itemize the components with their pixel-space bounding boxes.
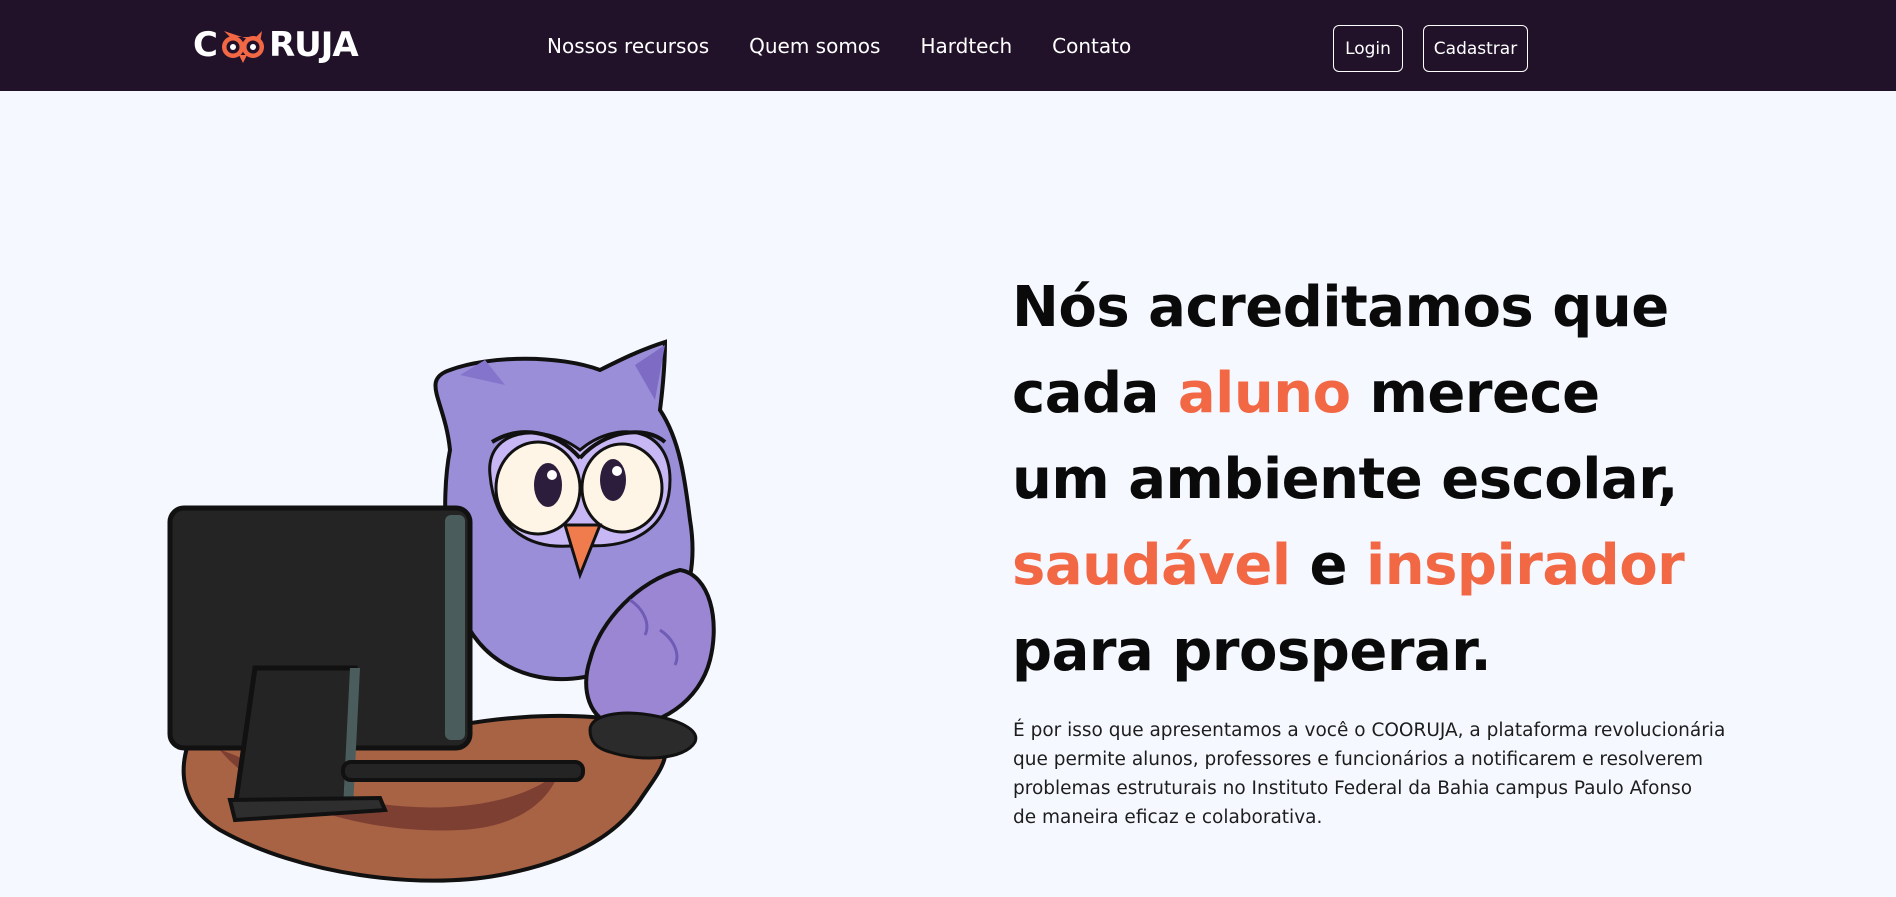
description-line: que permite alunos, professores e funcio… [1013,749,1703,770]
headline-accent-saudavel: saudável [1012,533,1291,598]
headline-line-3: um ambiente escolar, [1012,447,1678,512]
hero-description: É por isso que apresentamos a você o COO… [1013,716,1813,832]
description-line: problemas estruturais no Instituto Feder… [1013,778,1693,799]
headline-text: e [1290,533,1367,598]
nav-link-hardtech[interactable]: Hardtech [920,34,1012,58]
logo-prefix: C [193,25,218,65]
hero-headline: Nós acreditamos que cada aluno merece um… [1012,265,1872,695]
headline-line-2: cada aluno merece [1012,351,1872,437]
headline-line-4: saudável e inspirador [1012,523,1872,609]
nav-link-contato[interactable]: Contato [1052,34,1131,58]
owl-eyes-icon [218,25,268,65]
logo-suffix: RUJA [268,25,359,65]
headline-text: cada [1012,361,1178,426]
nav-link-nossos-recursos[interactable]: Nossos recursos [547,34,709,58]
cooruja-logo[interactable]: C RUJA [193,23,359,67]
headline-line-1: Nós acreditamos que [1012,275,1669,340]
login-button[interactable]: Login [1333,25,1403,72]
signup-button[interactable]: Cadastrar [1423,25,1528,72]
main-nav: Nossos recursos Quem somos Hardtech Cont… [547,32,1131,60]
navbar: C RUJA Nossos recursos Quem somos Hardte… [0,0,1896,91]
description-line: É por isso que apresentamos a você o COO… [1013,720,1726,741]
nav-link-quem-somos[interactable]: Quem somos [749,34,880,58]
headline-accent-aluno: aluno [1177,361,1351,426]
headline-text: merece [1350,361,1601,426]
headline-line-5: para prosperar. [1012,619,1492,684]
owl-at-computer-illustration [160,330,850,893]
description-line: de maneira eficaz e colaborativa. [1013,807,1323,828]
headline-accent-inspirador: inspirador [1366,533,1685,598]
